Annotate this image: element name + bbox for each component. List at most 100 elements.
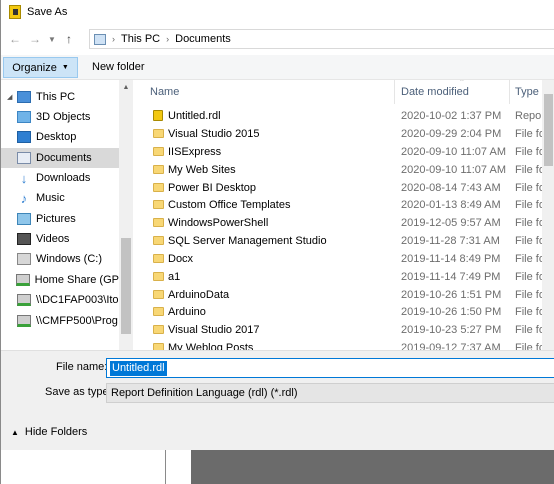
folder-icon — [153, 307, 164, 316]
column-header-date-modified[interactable]: Date modified — [401, 80, 469, 104]
nav-item-documents[interactable]: Documents — [1, 148, 119, 168]
breadcrumb-chevron-icon[interactable]: › — [166, 34, 169, 44]
folder-row[interactable]: WindowsPowerShell 2019-12-05 9:57 AM Fil… — [137, 214, 554, 232]
file-row[interactable]: Untitled.rdl 2020-10-02 1:37 PM Report B — [137, 107, 554, 125]
folder-row[interactable]: Visual Studio 2015 2020-09-29 2:04 PM Fi… — [137, 125, 554, 143]
nav-item-label: \\CMFP500\Prog — [36, 315, 118, 327]
folder-icon — [153, 183, 164, 192]
nav-item-pictures[interactable]: Pictures — [1, 209, 119, 229]
breadcrumb-chevron-icon[interactable]: › — [112, 34, 115, 44]
scroll-up-arrow-icon[interactable]: ▲ — [119, 80, 133, 94]
recent-locations-chevron-icon[interactable]: ▼ — [45, 29, 59, 49]
background-window — [1, 450, 554, 484]
file-name: Arduino — [168, 306, 206, 318]
nav-item-videos[interactable]: Videos — [1, 229, 119, 249]
network-drive-icon — [17, 294, 31, 306]
window-title: Save As — [27, 6, 68, 18]
forward-arrow-icon[interactable]: → — [25, 29, 45, 49]
network-drive-icon — [15, 274, 30, 286]
nav-item-downloads[interactable]: ↓ Downloads — [1, 168, 119, 188]
nav-item-home-share[interactable]: Home Share (GP — [1, 270, 119, 290]
column-header-name[interactable]: Name — [150, 80, 179, 104]
breadcrumb-this-pc[interactable]: This PC — [121, 33, 160, 45]
file-name: WindowsPowerShell — [168, 217, 269, 229]
nav-item-dc1fap003[interactable]: \\DC1FAP003\Ito — [1, 290, 119, 310]
collapse-chevron-icon[interactable]: ◢ — [7, 93, 17, 101]
file-name-input[interactable]: Untitled.rdl — [106, 358, 554, 378]
folder-icon — [153, 236, 164, 245]
folder-icon — [153, 147, 164, 156]
folder-icon — [153, 272, 164, 281]
hide-folders-button[interactable]: ▲ Hide Folders — [11, 426, 87, 438]
scrollbar-thumb[interactable] — [544, 94, 553, 166]
new-folder-button[interactable]: New folder — [92, 61, 145, 73]
folder-row[interactable]: Arduino 2019-10-26 1:50 PM File folde — [137, 303, 554, 321]
file-date: 2019-10-26 1:51 PM — [401, 289, 502, 301]
nav-item-this-pc[interactable]: ◢ This PC — [1, 87, 119, 107]
file-name: Custom Office Templates — [168, 199, 291, 211]
folder-icon — [153, 129, 164, 138]
pc-icon — [94, 33, 106, 45]
report-builder-app-icon — [9, 5, 21, 19]
nav-item-label: \\DC1FAP003\Ito — [36, 294, 119, 306]
file-list-scrollbar[interactable] — [542, 80, 554, 350]
nav-item-label: This PC — [36, 91, 76, 103]
folder-row[interactable]: ArduinoData 2019-10-26 1:51 PM File fold… — [137, 286, 554, 304]
address-bar[interactable]: › This PC › Documents — [89, 29, 554, 49]
navigation-pane: ◢ This PC 3D Objects Desktop Documents ↓… — [1, 80, 133, 350]
breadcrumb-documents[interactable]: Documents — [175, 33, 231, 45]
file-date: 2020-09-10 11:07 AM — [401, 164, 506, 176]
folder-row[interactable]: SQL Server Management Studio 2019-11-28 … — [137, 232, 554, 250]
nav-item-cmfp500[interactable]: \\CMFP500\Prog — [1, 311, 119, 331]
file-name: Visual Studio 2015 — [168, 128, 260, 140]
organize-button[interactable]: Organize ▼ — [3, 57, 78, 78]
nav-item-label: 3D Objects — [36, 111, 91, 123]
folder-row[interactable]: My Weblog Posts 2019-09-12 7:37 AM File … — [137, 339, 554, 350]
column-divider[interactable] — [394, 80, 395, 104]
nav-item-label: Desktop — [36, 131, 77, 143]
column-header-type[interactable]: Type — [515, 80, 539, 104]
nav-pane-scrollbar[interactable]: ▲ — [119, 80, 133, 350]
folder-row[interactable]: a1 2019-11-14 7:49 PM File folde — [137, 268, 554, 286]
scrollbar-thumb[interactable] — [121, 238, 131, 334]
folder-row[interactable]: Docx 2019-11-14 8:49 PM File folde — [137, 250, 554, 268]
folder-icon — [153, 218, 164, 227]
file-date: 2019-11-14 7:49 PM — [401, 271, 501, 283]
address-row: ← → ▼ ↑ › This PC › Documents — [1, 27, 554, 51]
file-date: 2019-09-12 7:37 AM — [401, 342, 501, 350]
save-as-type-value: Report Definition Language (rdl) (*.rdl) — [111, 387, 298, 399]
nav-item-music[interactable]: ♪ Music — [1, 188, 119, 208]
desktop-icon — [17, 131, 31, 143]
documents-icon — [17, 152, 31, 164]
title-bar[interactable]: Save As — [1, 0, 554, 24]
column-divider[interactable] — [509, 80, 510, 104]
nav-item-label: Downloads — [36, 172, 91, 184]
file-date: 2020-09-29 2:04 PM — [401, 128, 502, 140]
file-name-label: File name: — [56, 361, 108, 373]
organize-label: Organize — [12, 61, 57, 74]
folder-row[interactable]: My Web Sites 2020-09-10 11:07 AM File fo… — [137, 161, 554, 179]
nav-item-desktop[interactable]: Desktop — [1, 127, 119, 147]
folder-row[interactable]: IISExpress 2020-09-10 11:07 AM File fold… — [137, 143, 554, 161]
nav-item-windows-c[interactable]: Windows (C:) — [1, 249, 119, 269]
folder-icon — [153, 290, 164, 299]
folder-row[interactable]: Custom Office Templates 2020-01-13 8:49 … — [137, 196, 554, 214]
save-form: File name: Untitled.rdl Save as type: Re… — [1, 350, 554, 450]
file-date: 2019-10-26 1:50 PM — [401, 306, 502, 318]
folder-row[interactable]: Power BI Desktop 2020-08-14 7:43 AM File… — [137, 179, 554, 197]
save-as-type-select[interactable]: Report Definition Language (rdl) (*.rdl) — [106, 383, 554, 403]
music-icon: ♪ — [20, 190, 28, 206]
folder-icon — [153, 325, 164, 334]
videos-icon — [17, 233, 31, 245]
network-drive-icon — [17, 315, 31, 327]
folder-row[interactable]: Visual Studio 2017 2019-10-23 5:27 PM Fi… — [137, 321, 554, 339]
file-date: 2020-10-02 1:37 PM — [401, 110, 502, 122]
back-arrow-icon[interactable]: ← — [5, 29, 25, 49]
up-arrow-icon[interactable]: ↑ — [59, 29, 79, 49]
nav-item-label: Videos — [36, 233, 70, 245]
file-name: a1 — [168, 271, 181, 283]
file-name: My Weblog Posts — [168, 342, 254, 350]
file-name: ArduinoData — [168, 289, 230, 301]
nav-item-3d-objects[interactable]: 3D Objects — [1, 107, 119, 127]
command-bar: Organize ▼ New folder — [1, 55, 554, 80]
